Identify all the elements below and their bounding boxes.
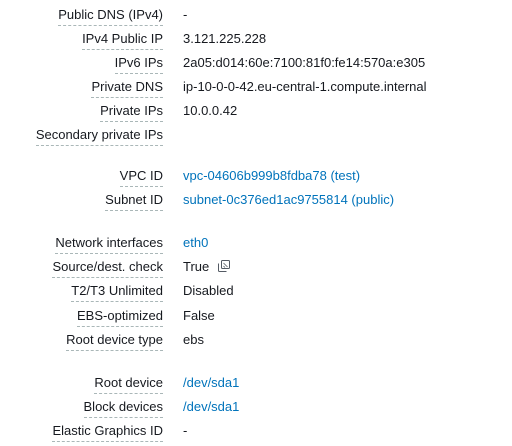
- elastic-graphics-id-label: Elastic Graphics ID: [52, 422, 163, 442]
- detail-row-private-dns: Private DNS ip-10-0-0-42.eu-central-1.co…: [0, 78, 512, 100]
- network-interfaces-link[interactable]: eth0: [183, 234, 208, 252]
- detail-row-root-device-type: Root device type ebs: [0, 331, 512, 353]
- root-device-link[interactable]: /dev/sda1: [183, 374, 239, 392]
- root-device-label: Root device: [94, 374, 163, 394]
- detail-row-root-device: Root device /dev/sda1: [0, 374, 512, 396]
- network-interfaces-label: Network interfaces: [55, 234, 163, 254]
- secondary-private-ips-label: Secondary private IPs: [35, 126, 163, 146]
- detail-row-subnet-id: Subnet ID subnet-0c376ed1ac9755814 (publ…: [0, 191, 512, 213]
- copy-icon[interactable]: [218, 260, 231, 272]
- private-dns-label: Private DNS: [91, 78, 163, 98]
- block-devices-link[interactable]: /dev/sda1: [183, 398, 239, 416]
- root-device-type-value: ebs: [183, 332, 204, 347]
- elastic-graphics-id-value: -: [183, 423, 188, 438]
- private-ips-label: Private IPs: [100, 102, 163, 122]
- detail-row-private-ips: Private IPs 10.0.0.42: [0, 102, 512, 124]
- detail-row-network-interfaces: Network interfaces eth0: [0, 234, 512, 256]
- detail-row-elastic-graphics-id: Elastic Graphics ID -: [0, 422, 512, 444]
- source-dest-check-label: Source/dest. check: [52, 258, 163, 278]
- source-dest-check-value: True: [183, 259, 210, 274]
- block-devices-label: Block devices: [83, 398, 163, 418]
- detail-row-t2-t3-unlimited: T2/T3 Unlimited Disabled: [0, 282, 512, 304]
- ebs-optimized-label: EBS-optimized: [77, 307, 163, 327]
- detail-row-secondary-private-ips: Secondary private IPs: [0, 126, 512, 148]
- root-device-type-label: Root device type: [66, 331, 163, 351]
- detail-row-block-devices: Block devices /dev/sda1: [0, 398, 512, 420]
- ipv6-ips-value: 2a05:d014:60e:7100:81f0:fe14:570a:e305: [183, 55, 426, 70]
- subnet-id-label: Subnet ID: [105, 191, 163, 211]
- ipv4-public-ip-label: IPv4 Public IP: [82, 30, 163, 50]
- source-dest-check-value-group: True: [183, 258, 231, 276]
- detail-row-public-dns: Public DNS (IPv4) -: [0, 6, 512, 28]
- ipv6-ips-label: IPv6 IPs: [114, 54, 163, 74]
- vpc-id-link[interactable]: vpc-04606b999b8fdba78 (test): [183, 167, 360, 185]
- detail-row-ipv4-public-ip: IPv4 Public IP 3.121.225.228: [0, 30, 512, 52]
- t2-t3-unlimited-value: Disabled: [183, 283, 234, 298]
- vpc-id-label: VPC ID: [119, 167, 163, 187]
- detail-row-source-dest-check: Source/dest. check True: [0, 258, 512, 280]
- public-dns-value: -: [183, 7, 188, 22]
- subnet-id-link[interactable]: subnet-0c376ed1ac9755814 (public): [183, 191, 394, 209]
- t2-t3-unlimited-label: T2/T3 Unlimited: [71, 282, 163, 302]
- detail-row-ipv6-ips: IPv6 IPs 2a05:d014:60e:7100:81f0:fe14:57…: [0, 54, 512, 76]
- detail-row-vpc-id: VPC ID vpc-04606b999b8fdba78 (test): [0, 167, 512, 189]
- ipv4-public-ip-value: 3.121.225.228: [183, 31, 267, 46]
- ebs-optimized-value: False: [183, 308, 215, 323]
- private-dns-value: ip-10-0-0-42.eu-central-1.compute.intern…: [183, 79, 427, 94]
- public-dns-label: Public DNS (IPv4): [58, 6, 163, 26]
- private-ips-value: 10.0.0.42: [183, 103, 238, 118]
- detail-row-ebs-optimized: EBS-optimized False: [0, 307, 512, 329]
